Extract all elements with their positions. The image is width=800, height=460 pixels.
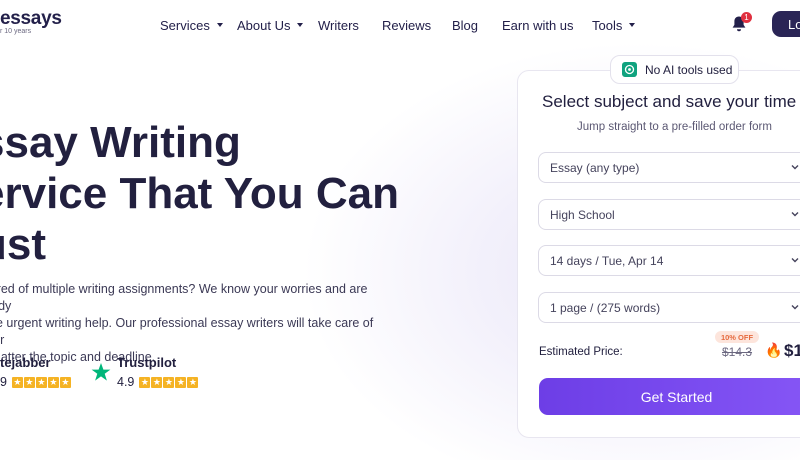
nav-item-writers[interactable]: Writers — [318, 9, 359, 41]
nav-item-label: Writers — [318, 17, 359, 33]
select-value: 1 page / (275 words) — [550, 300, 661, 315]
chevron-down-icon — [216, 23, 223, 27]
nav-item-label: Earn with us — [502, 17, 574, 33]
hero-description: u tired of multiple writing assignments?… — [0, 281, 400, 366]
order-form-title: Select subject and save your time — [542, 92, 797, 111]
deadline-select[interactable]: 14 days / Tue, Apr 14 — [538, 245, 800, 276]
new-price: $1 — [784, 341, 800, 360]
pages-select[interactable]: 1 page / (275 words) — [538, 292, 800, 323]
review-trustpilot[interactable]: Trustpilot 4.9 ★ ★ ★ ★ ★ — [117, 355, 199, 389]
chevron-down-icon — [791, 165, 799, 170]
review-rating: 9 ★ ★ ★ ★ ★ — [0, 375, 71, 389]
site-logo[interactable]: essays r 10 years — [0, 8, 62, 35]
review-source-name: tejabber — [0, 355, 51, 370]
nav-item-label: Blog — [452, 17, 479, 33]
hero-title-line: ssay Writing — [0, 118, 241, 167]
logo-text: essays — [0, 8, 62, 29]
star-icon: ★ — [175, 376, 187, 388]
chevron-down-icon — [297, 23, 304, 27]
star-icon: ★ — [11, 376, 23, 388]
chevron-down-icon — [791, 212, 799, 217]
hero-description-line: u tired of multiple writing assignments?… — [0, 282, 368, 313]
get-started-button[interactable]: Get Started — [539, 378, 800, 415]
nav-item-label: Reviews — [382, 17, 432, 33]
old-price: $14.3 — [722, 345, 753, 359]
nav-item-reviews[interactable]: Reviews — [382, 9, 431, 41]
star-icon: ★ — [59, 376, 71, 388]
notification-badge: 1 — [741, 12, 752, 23]
no-ai-badge-label: No AI tools used — [645, 62, 733, 77]
star-icon: ★ — [163, 376, 175, 388]
fire-icon: 🔥 — [765, 342, 783, 358]
star-icon: ★ — [47, 376, 59, 388]
discount-badge: 10% OFF — [715, 331, 759, 343]
select-value: Essay (any type) — [550, 160, 640, 175]
academic-level-select[interactable]: High School — [538, 199, 800, 230]
nav-item-blog[interactable]: Blog — [452, 9, 478, 41]
no-ai-badge: No AI tools used — [610, 55, 739, 84]
select-value: 14 days / Tue, Apr 14 — [550, 253, 664, 268]
nav-item-earn-with-us[interactable]: Earn with us — [502, 9, 574, 41]
hero-title-line: ervice That You Can — [0, 169, 399, 218]
estimated-price-label: Estimated Price: — [539, 346, 623, 358]
hero-description-line: vide urgent writing help. Our profession… — [0, 316, 374, 347]
review-sitejabber[interactable]: tejabber 9 ★ ★ ★ ★ ★ — [0, 355, 71, 389]
review-score: 9 — [0, 375, 7, 389]
paper-type-select[interactable]: Essay (any type) — [538, 152, 800, 183]
login-button[interactable]: Lo — [772, 11, 800, 37]
review-source-name: Trustpilot — [117, 355, 177, 370]
review-rating: 4.9 ★ ★ ★ ★ ★ — [117, 375, 199, 389]
main-nav: Services About Us Writers Reviews Blog E… — [143, 9, 640, 41]
select-value: High School — [550, 207, 615, 222]
star-rating: ★ ★ ★ ★ ★ — [11, 376, 71, 388]
nav-item-tools[interactable]: Tools — [592, 9, 636, 41]
hero-title-line: ust — [0, 220, 46, 269]
order-form-subtitle: Jump straight to a pre-filled order form — [577, 121, 772, 133]
nav-item-about-us[interactable]: About Us — [237, 9, 304, 41]
chevron-down-icon — [791, 305, 799, 310]
star-rating: ★ ★ ★ ★ ★ — [139, 376, 199, 388]
nav-item-label: About Us — [237, 17, 291, 33]
chevron-down-icon — [629, 23, 636, 27]
star-icon: ★ — [23, 376, 35, 388]
hero-title: ssay Writing ervice That You Can ust — [0, 117, 410, 270]
openai-icon — [622, 62, 637, 77]
star-icon: ★ — [35, 376, 47, 388]
review-score: 4.9 — [117, 375, 135, 389]
star-icon: ★ — [151, 376, 163, 388]
star-icon: ★ — [139, 376, 151, 388]
nav-item-label: Tools — [592, 17, 623, 33]
star-icon: ★ — [187, 376, 199, 388]
nav-item-label: Services — [160, 17, 210, 33]
nav-item-services[interactable]: Services — [160, 9, 223, 41]
chevron-down-icon — [791, 258, 799, 263]
trustpilot-star-icon — [91, 363, 111, 381]
